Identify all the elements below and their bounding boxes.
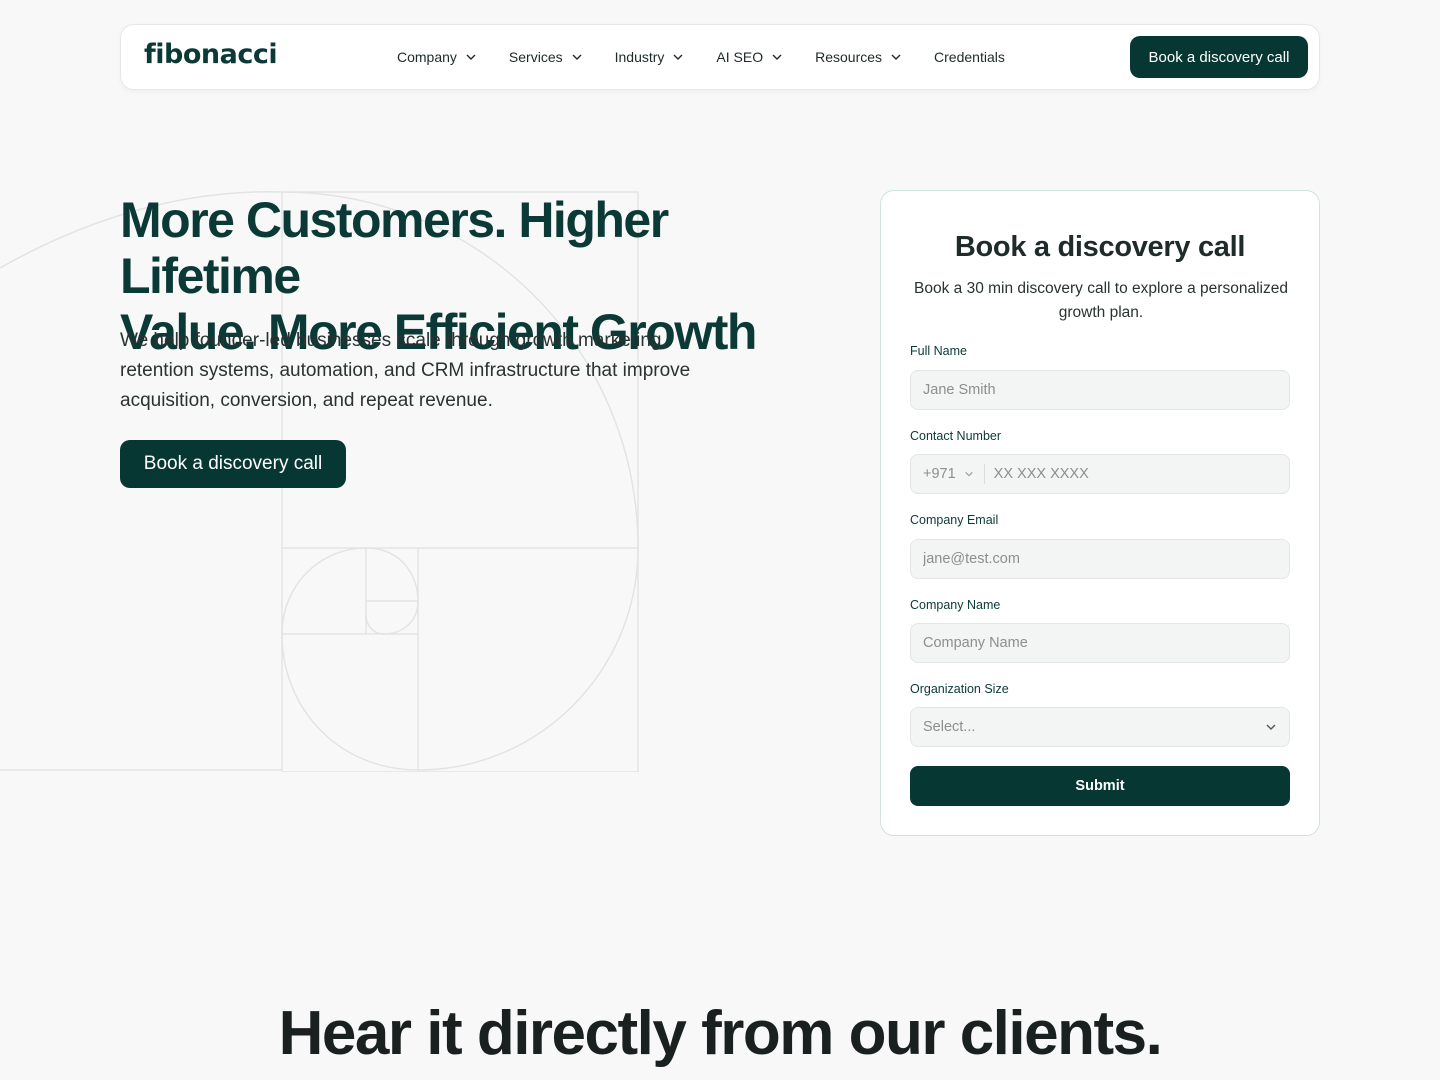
full-name-label: Full Name: [910, 344, 967, 358]
contact-number-label: Contact Number: [910, 429, 1002, 443]
top-navigation-bar: fibonacci Company Services Industry AI S…: [120, 24, 1320, 90]
hero-title-line: More Customers. Higher Lifetime: [120, 192, 669, 304]
country-code-select[interactable]: +971: [923, 464, 985, 484]
organization-size-select[interactable]: Select...: [910, 707, 1290, 747]
chevron-down-icon: [964, 471, 973, 477]
nav-item-company[interactable]: Company: [397, 49, 477, 65]
nav-item-label: Credentials: [934, 49, 1005, 65]
organization-size-label: Organization Size: [910, 682, 1009, 696]
chevron-down-icon: [772, 54, 782, 60]
nav-item-credentials[interactable]: Credentials: [934, 49, 1005, 65]
company-email-input[interactable]: [923, 551, 1277, 567]
form-subtitle: Book a 30 min discovery call to explore …: [914, 280, 1288, 321]
company-email-label: Company Email: [910, 513, 999, 527]
nav-item-label: Resources: [815, 49, 883, 65]
hero-book-call-button[interactable]: Book a discovery call: [120, 440, 346, 488]
chevron-down-icon: [673, 54, 683, 60]
brand-logo[interactable]: fibonacci: [144, 39, 278, 70]
phone-number-input[interactable]: [984, 466, 1277, 482]
full-name-input[interactable]: [923, 382, 1277, 398]
form-title: Book a discovery call: [954, 231, 1246, 263]
submit-button[interactable]: Submit: [910, 766, 1290, 806]
full-name-field-wrapper: [910, 370, 1290, 410]
testimonials-heading: Hear it directly from our clients.: [278, 999, 1163, 1068]
nav-item-label: Services: [508, 49, 563, 65]
hero-description: We help founder-led businesses scale thr…: [120, 330, 691, 411]
country-code-value: +971: [923, 466, 956, 482]
main-menu: Company Services Industry AI SEO Resourc…: [397, 25, 1037, 89]
contact-number-field-wrapper: +971: [910, 454, 1290, 494]
nav-item-label: Industry: [614, 49, 665, 65]
nav-item-industry[interactable]: Industry: [615, 49, 685, 65]
organization-size-value: Select...: [923, 719, 976, 735]
nav-item-ai-seo[interactable]: AI SEO: [716, 49, 783, 65]
chevron-down-icon: [572, 54, 582, 60]
nav-item-label: Company: [397, 49, 457, 65]
company-name-label: Company Name: [910, 598, 1001, 612]
chevron-down-icon: [891, 54, 901, 60]
chevron-down-icon: [1266, 724, 1276, 730]
nav-book-call-button[interactable]: Book a discovery call: [1130, 36, 1308, 78]
nav-item-resources[interactable]: Resources: [815, 49, 902, 65]
nav-item-label: AI SEO: [716, 49, 764, 65]
company-name-input[interactable]: [923, 635, 1277, 651]
company-name-field-wrapper: [910, 623, 1290, 663]
company-email-field-wrapper: [910, 539, 1290, 579]
chevron-down-icon: [466, 54, 476, 60]
nav-item-services[interactable]: Services: [509, 49, 583, 65]
discovery-call-form: Book a discovery call Book a 30 min disc…: [880, 190, 1320, 836]
